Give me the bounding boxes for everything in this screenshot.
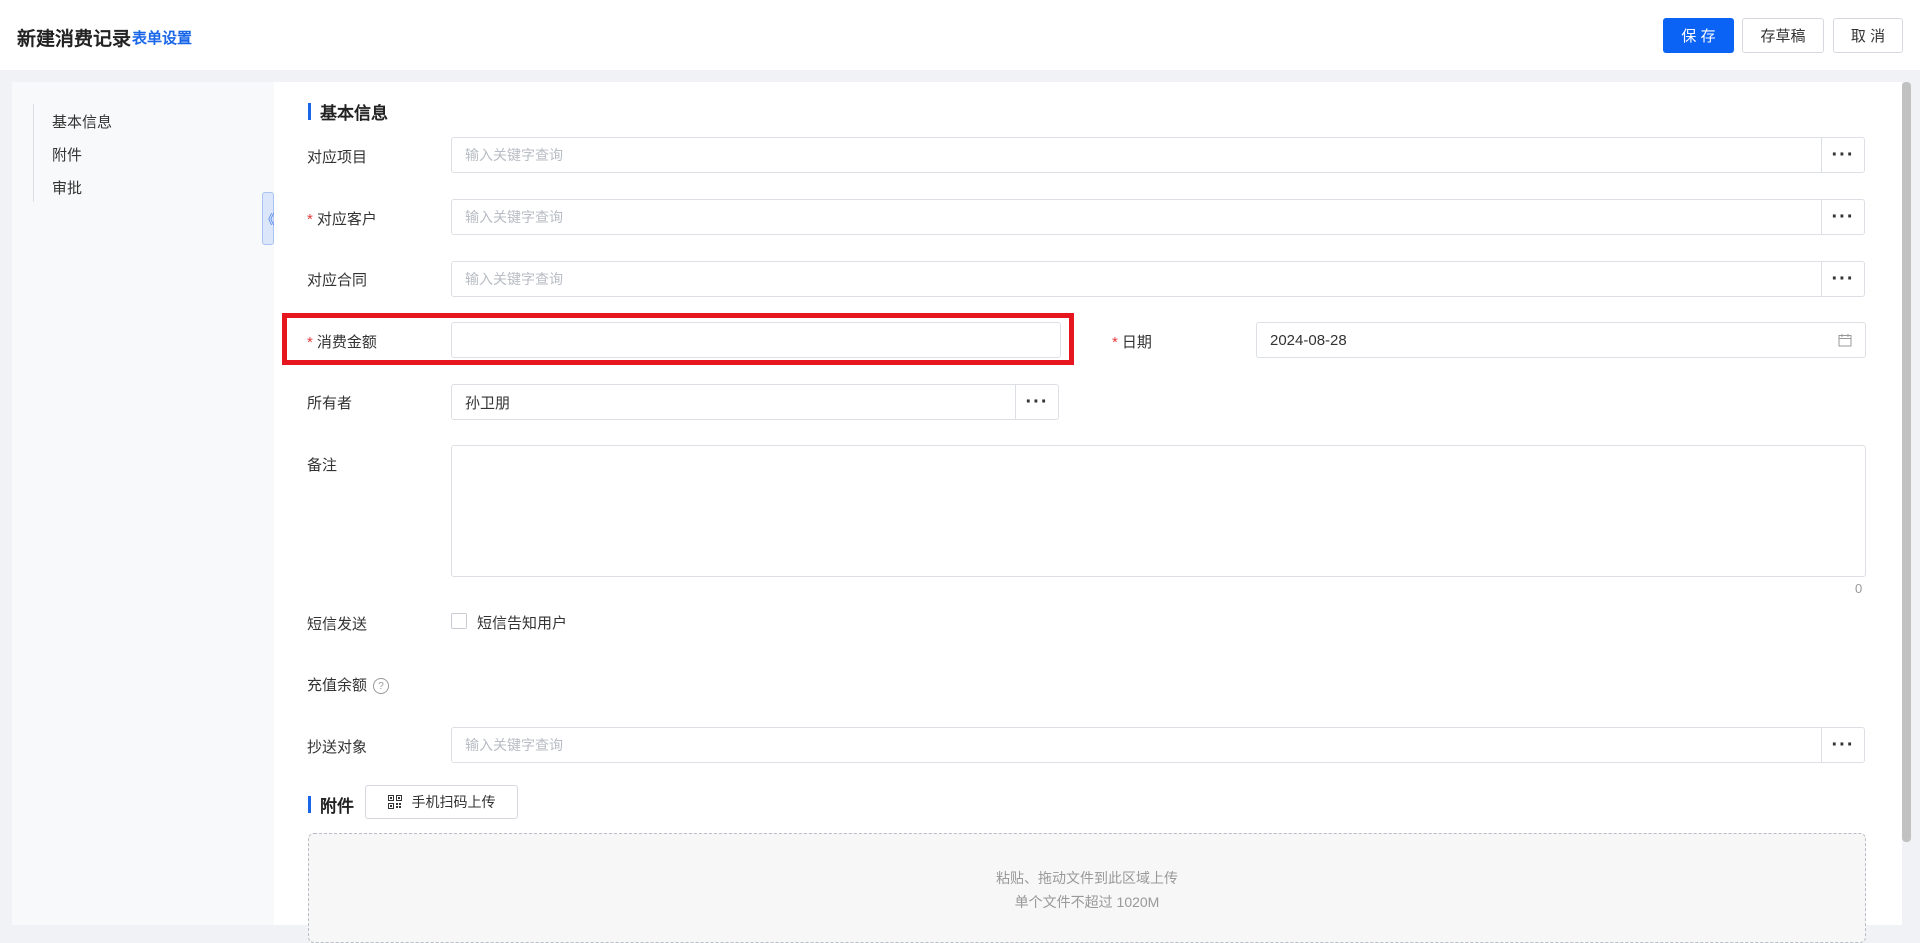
owner-label: 所有者: [307, 395, 353, 412]
sms-label: 短信发送: [307, 616, 368, 633]
project-label: 对应项目: [307, 149, 368, 166]
amount-label-text: 消费金额: [316, 334, 377, 351]
drop-zone-text: 粘贴、拖动文件到此区域上传: [996, 870, 1178, 886]
amount-field[interactable]: [451, 322, 1061, 358]
file-drop-zone[interactable]: 粘贴、拖动文件到此区域上传 单个文件不超过 1020M: [308, 833, 1866, 943]
date-input[interactable]: 2024-08-28: [1257, 332, 1825, 349]
char-count: 0: [1855, 581, 1863, 596]
sms-checkbox[interactable]: [451, 613, 467, 629]
form-settings-link[interactable]: 表单设置: [132, 27, 192, 48]
page-header: [0, 0, 1920, 70]
section-nav-panel: [12, 82, 274, 925]
project-field[interactable]: 输入关键字查询 ···: [451, 137, 1865, 173]
required-mark: *: [307, 211, 313, 228]
help-icon[interactable]: ?: [373, 678, 390, 695]
nav-item-basic-info[interactable]: 基本信息: [52, 111, 112, 132]
scan-upload-button[interactable]: 手机扫码上传: [365, 785, 518, 819]
scan-upload-label: 手机扫码上传: [411, 794, 496, 810]
section-basic-info: 基本信息: [308, 99, 388, 124]
cc-input[interactable]: 输入关键字查询: [452, 735, 1821, 755]
customer-input[interactable]: 输入关键字查询: [452, 207, 1821, 227]
date-field[interactable]: 2024-08-28: [1256, 322, 1866, 358]
nav-divider: [33, 104, 34, 202]
save-draft-button[interactable]: 存草稿: [1742, 18, 1824, 53]
more-icon[interactable]: ···: [1821, 200, 1864, 234]
contract-input[interactable]: 输入关键字查询: [452, 269, 1821, 289]
balance-label-text: 充值余额: [307, 677, 368, 694]
calendar-icon[interactable]: [1825, 333, 1865, 347]
nav-item-approval[interactable]: 审批: [52, 177, 82, 198]
section-bar: [308, 796, 311, 813]
page-title: 新建消费记录: [17, 29, 132, 50]
chevron-left-icon: 《: [261, 212, 275, 227]
required-mark: *: [307, 334, 313, 351]
cc-field[interactable]: 输入关键字查询 ···: [451, 727, 1865, 763]
cc-label: 抄送对象: [307, 739, 368, 756]
date-label: * 日期: [1112, 331, 1152, 352]
cancel-button[interactable]: 取 消: [1833, 18, 1903, 53]
required-mark: *: [1112, 334, 1118, 351]
amount-label: * 消费金额: [307, 331, 377, 352]
scrollbar[interactable]: [1902, 82, 1911, 842]
more-icon[interactable]: ···: [1821, 728, 1864, 762]
customer-label: * 对应客户: [307, 208, 377, 229]
qr-code-icon: [387, 795, 402, 809]
more-icon[interactable]: ···: [1015, 385, 1058, 419]
contract-field[interactable]: 输入关键字查询 ···: [451, 261, 1865, 297]
date-label-text: 日期: [1121, 334, 1152, 351]
nav-item-attachment[interactable]: 附件: [52, 144, 82, 165]
balance-label: 充值余额?: [307, 674, 390, 695]
project-input[interactable]: 输入关键字查询: [452, 145, 1821, 165]
remark-textarea[interactable]: [451, 445, 1866, 577]
section-bar: [308, 103, 311, 120]
more-icon[interactable]: ···: [1821, 262, 1864, 296]
sms-checkbox-label[interactable]: 短信告知用户: [477, 612, 567, 633]
section-attachment-title: 附件: [320, 797, 354, 816]
more-icon[interactable]: ···: [1821, 138, 1864, 172]
remark-label: 备注: [307, 457, 338, 474]
customer-field[interactable]: 输入关键字查询 ···: [451, 199, 1865, 235]
file-size-limit: 单个文件不超过 1020M: [1014, 894, 1160, 910]
collapse-panel-button[interactable]: 《: [261, 192, 275, 245]
customer-label-text: 对应客户: [316, 211, 377, 228]
owner-input[interactable]: 孙卫朋: [452, 392, 1015, 413]
owner-field[interactable]: 孙卫朋 ···: [451, 384, 1059, 420]
contract-label: 对应合同: [307, 272, 368, 289]
section-attachment: 附件: [308, 792, 354, 817]
section-basic-info-title: 基本信息: [320, 104, 388, 123]
save-button[interactable]: 保 存: [1663, 18, 1734, 53]
